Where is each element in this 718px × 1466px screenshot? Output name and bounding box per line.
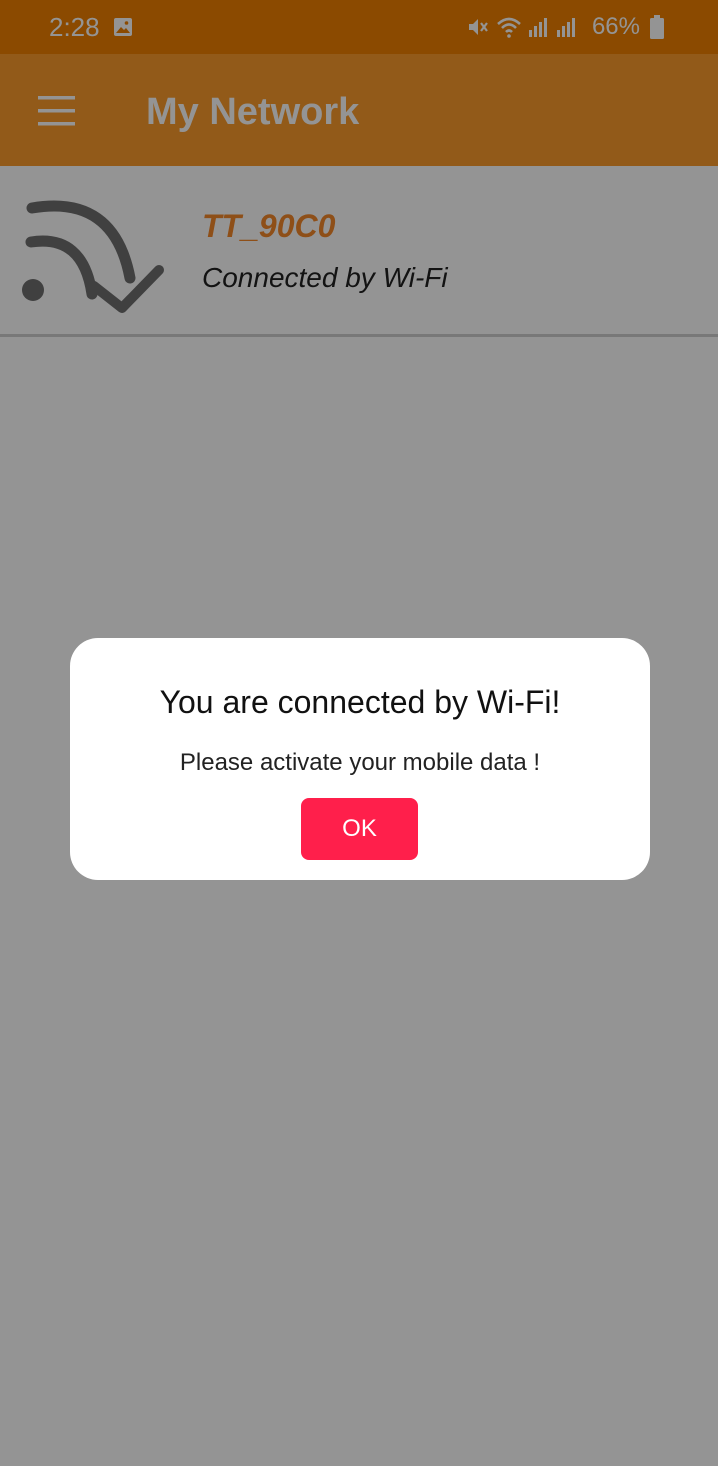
alert-dialog: You are connected by Wi-Fi! Please activ… [70,638,650,880]
ok-button[interactable]: OK [301,798,418,860]
dialog-message: Please activate your mobile data ! [179,749,541,776]
dialog-title: You are connected by Wi-Fi! [159,684,561,720]
